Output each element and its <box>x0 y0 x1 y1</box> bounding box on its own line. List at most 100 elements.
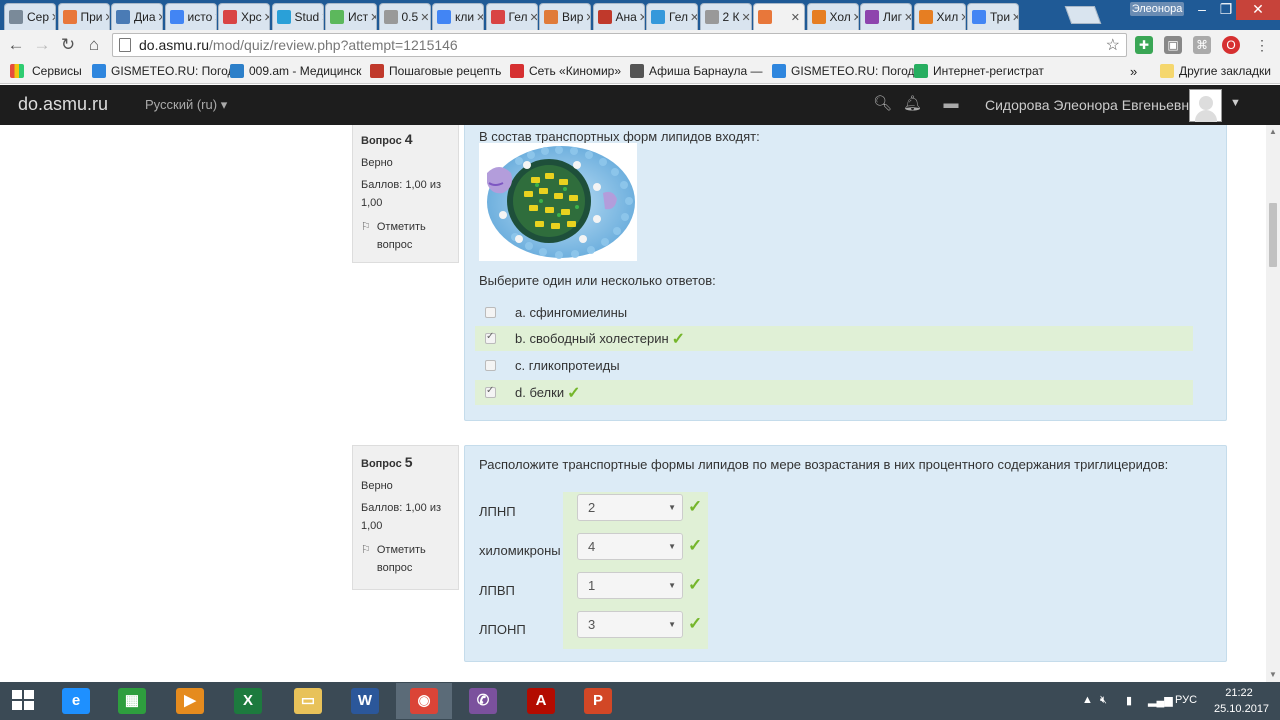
page-info-icon[interactable] <box>119 38 131 52</box>
reload-icon[interactable]: ↻ <box>58 35 78 55</box>
browser-tab[interactable]: ✕ <box>753 3 805 30</box>
bookmark-star-icon[interactable]: ☆ <box>1106 35 1120 55</box>
user-menu-caret-icon[interactable]: ▼ <box>1230 97 1241 109</box>
match-select-1[interactable]: 2 ▼ <box>577 494 683 521</box>
input-language[interactable]: РУС <box>1175 694 1197 706</box>
taskbar-word-button[interactable]: W <box>337 683 393 719</box>
browser-tab[interactable]: Гел✕ <box>646 3 698 30</box>
network-icon[interactable]: ▂▄▆ <box>1148 694 1173 707</box>
match-select-3[interactable]: 1 ▼ <box>577 572 683 599</box>
tab-close-icon[interactable]: ✕ <box>49 11 55 24</box>
answer-option-c[interactable]: c. гликопротеиды <box>475 353 1193 378</box>
taskbar-acrobat-button[interactable]: A <box>513 683 569 719</box>
pdf-extension-icon[interactable]: ⌘ <box>1193 36 1211 54</box>
message-icon[interactable]: ▬ <box>942 95 960 113</box>
browser-tab[interactable]: 2 К ✕ <box>699 3 752 30</box>
back-arrow-icon[interactable]: ← <box>6 35 26 55</box>
tab-close-icon[interactable]: ✕ <box>789 11 800 24</box>
volume-muted-icon[interactable]: 🔇︎ <box>1100 694 1107 707</box>
opera-extension-icon[interactable]: O <box>1222 36 1240 54</box>
apps-grid-icon[interactable] <box>10 64 29 78</box>
tab-close-icon[interactable]: ✕ <box>1010 11 1018 24</box>
tab-close-icon[interactable]: ✕ <box>958 11 964 24</box>
lock-extension-icon[interactable]: ▣ <box>1164 36 1182 54</box>
tab-close-icon[interactable]: ✕ <box>902 11 911 24</box>
browser-tab[interactable]: кли✕ <box>432 3 484 30</box>
bookmark-item[interactable]: GISMETEO.RU: Погод <box>772 64 915 78</box>
taskbar-explorer-button[interactable]: ▭ <box>280 683 336 719</box>
taskbar-chrome-button[interactable]: ◉ <box>396 683 452 719</box>
tab-close-icon[interactable]: ✕ <box>527 11 536 24</box>
tab-close-icon[interactable]: ✕ <box>418 11 429 24</box>
tray-overflow-icon[interactable]: ▲ <box>1082 694 1093 706</box>
browser-tab[interactable]: Хол✕ <box>806 3 859 30</box>
battery-icon[interactable]: ▮ <box>1126 694 1132 707</box>
tab-close-icon[interactable]: ✕ <box>262 11 269 24</box>
tab-close-icon[interactable]: ✕ <box>319 11 322 24</box>
close-window-icon[interactable]: ✕ <box>1236 0 1280 20</box>
system-clock[interactable]: 21:22 25.10.2017 <box>1214 685 1269 717</box>
tab-close-icon[interactable]: ✕ <box>583 11 590 24</box>
answer-option-b[interactable]: b. свободный холестерин ✓ <box>475 326 1193 351</box>
browser-tab[interactable]: Stud✕ <box>271 3 324 30</box>
answer-b-checkbox[interactable] <box>485 331 496 344</box>
browser-tab[interactable]: Ана✕ <box>592 3 645 30</box>
browser-tab[interactable]: исто✕ <box>164 3 217 30</box>
tab-close-icon[interactable]: ✕ <box>474 11 483 24</box>
taskbar-ie-button[interactable]: e <box>48 683 104 719</box>
browser-tab[interactable]: Сер✕ <box>4 3 56 30</box>
site-brand-link[interactable]: do.asmu.ru <box>18 94 108 115</box>
browser-tab[interactable]: 0.5 ✕ <box>378 3 431 30</box>
bookmark-item[interactable]: Сервисы <box>32 64 82 78</box>
page-scrollbar[interactable]: ▲ ▼ <box>1266 125 1280 682</box>
browser-tab[interactable]: При✕ <box>57 3 110 30</box>
taskbar-viber-button[interactable]: ✆ <box>455 683 511 719</box>
browser-tab[interactable]: Хил✕ <box>913 3 966 30</box>
scroll-up-icon[interactable]: ▲ <box>1269 127 1277 136</box>
user-name[interactable]: Сидорова Элеонора Евгеньевна <box>985 97 1197 113</box>
bookmark-item[interactable]: GISMETEO.RU: Погод <box>92 64 235 78</box>
answer-a-checkbox[interactable] <box>485 307 496 318</box>
bookmark-item[interactable]: Пошаговые рецепть <box>370 64 501 78</box>
match-select-4[interactable]: 3 ▼ <box>577 611 683 638</box>
menu-kebab-icon[interactable]: ⋮ <box>1252 35 1272 55</box>
tab-close-icon[interactable]: ✕ <box>156 11 162 24</box>
forward-arrow-icon[interactable]: → <box>32 35 52 55</box>
flag-question-link[interactable]: ⚐ Отметить вопрос <box>361 218 450 254</box>
match-select-2[interactable]: 4 ▼ <box>577 533 683 560</box>
url-text[interactable]: do.asmu.ru/mod/quiz/review.php?attempt=1… <box>139 37 458 53</box>
bookmark-item[interactable]: 009.am - Медицинск <box>230 64 361 78</box>
other-bookmarks-folder[interactable]: Другие закладки <box>1160 64 1271 78</box>
browser-tab[interactable]: Вир✕ <box>539 3 591 30</box>
taskbar-excel-button[interactable]: X <box>220 683 276 719</box>
tab-close-icon[interactable]: ✕ <box>688 11 697 24</box>
tab-close-icon[interactable]: ✕ <box>103 11 109 24</box>
browser-tab[interactable]: Лиг✕ <box>860 3 912 30</box>
tab-close-icon[interactable]: ✕ <box>212 11 215 24</box>
language-menu[interactable]: Русский (ru) ▾ <box>145 97 227 113</box>
scroll-down-icon[interactable]: ▼ <box>1269 670 1277 679</box>
address-bar[interactable]: do.asmu.ru/mod/quiz/review.php?attempt=1… <box>112 33 1127 57</box>
taskbar-store-button[interactable]: ▦ <box>104 683 160 719</box>
bookmark-item[interactable]: Интернет-регистрат <box>914 64 1044 78</box>
bell-icon[interactable]: 🔔︎ <box>903 95 922 113</box>
bookmark-item[interactable]: Афиша Барнаула — <box>630 64 762 78</box>
answer-option-a[interactable]: a. сфингомиелины <box>475 300 1193 325</box>
bookmarks-overflow-button[interactable]: » <box>1130 64 1137 79</box>
flag-question-link[interactable]: ⚐ Отметить вопрос <box>361 541 450 577</box>
windows-start-icon[interactable] <box>12 690 36 712</box>
browser-tab[interactable]: Гел✕ <box>485 3 538 30</box>
scrollbar-thumb[interactable] <box>1269 203 1277 267</box>
taskbar-media-button[interactable]: ▶ <box>162 683 218 719</box>
taskbar-powerpoint-button[interactable]: P <box>570 683 626 719</box>
home-icon[interactable]: ⌂ <box>84 35 104 55</box>
tab-close-icon[interactable]: ✕ <box>637 11 644 24</box>
avatar[interactable] <box>1189 89 1222 122</box>
tab-close-icon[interactable]: ✕ <box>740 11 751 24</box>
browser-tab[interactable]: Хрс✕ <box>218 3 270 30</box>
answer-c-checkbox[interactable] <box>485 360 496 371</box>
profile-button[interactable]: Элеонора <box>1130 2 1184 16</box>
answer-option-d[interactable]: d. белки ✓ <box>475 380 1193 405</box>
tab-close-icon[interactable]: ✕ <box>851 11 858 24</box>
browser-tab[interactable]: Диа✕ <box>111 3 163 30</box>
